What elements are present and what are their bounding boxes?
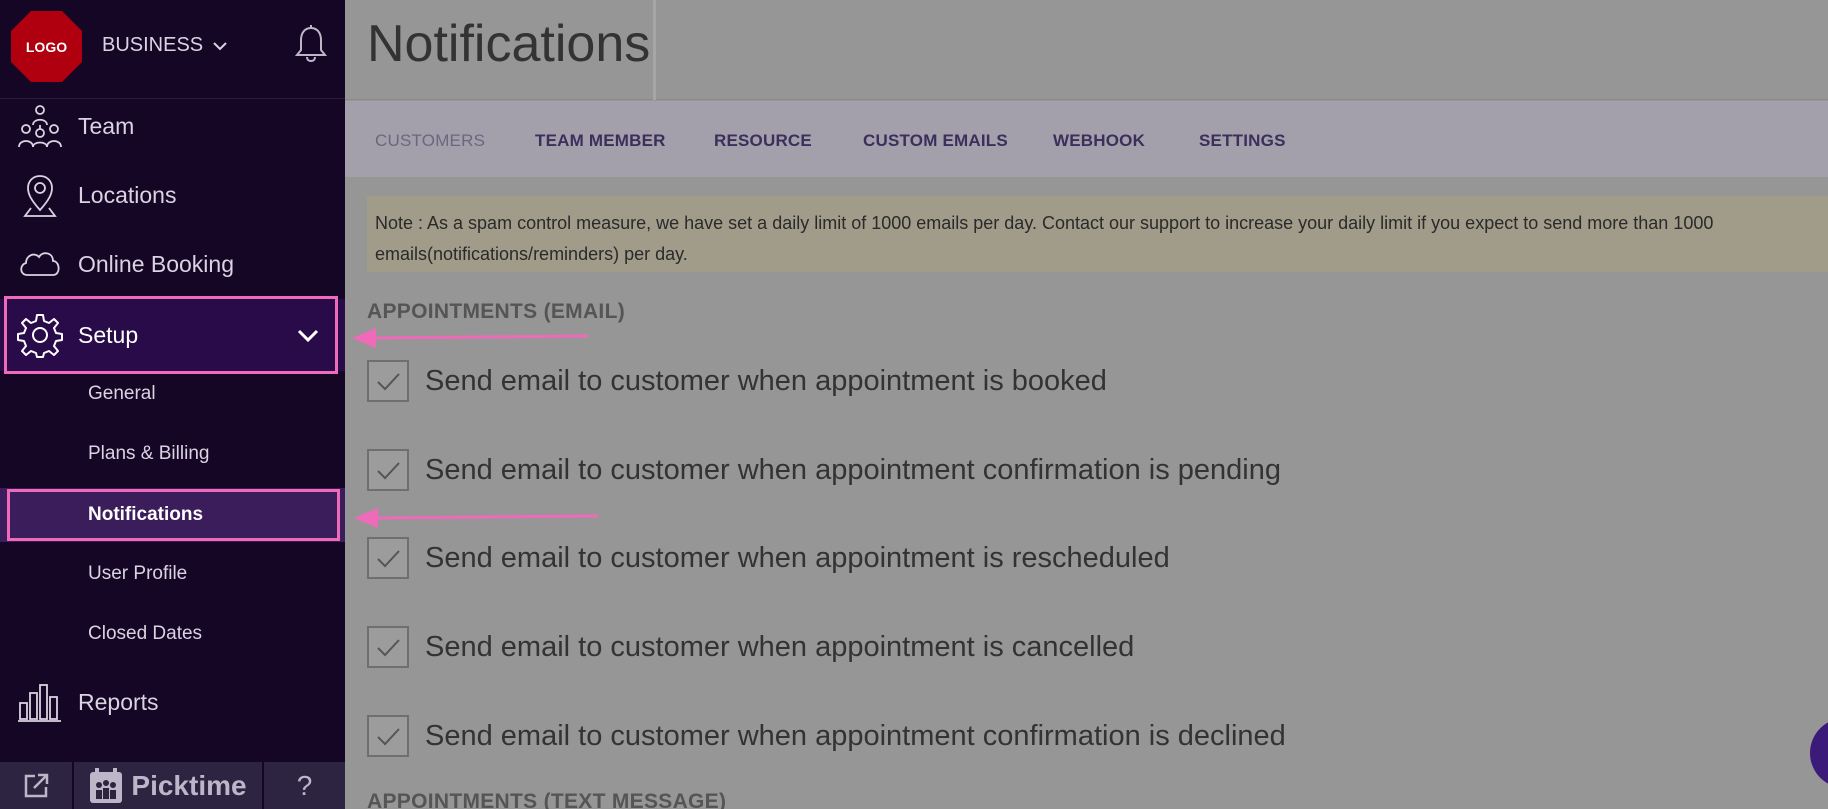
checkmark-icon bbox=[377, 728, 400, 746]
main-content: Notifications CUSTOMERS TEAM MEMBER RESO… bbox=[345, 0, 1828, 809]
annotation-arrow-notifications bbox=[354, 508, 599, 528]
sidebar-header: LOGO BUSINESS bbox=[0, 0, 345, 99]
help-icon: ? bbox=[296, 769, 313, 801]
option-booked[interactable]: Send email to customer when appointment … bbox=[367, 359, 1107, 403]
sidebar-item-label: Reports bbox=[78, 688, 159, 715]
checkbox-booked[interactable] bbox=[367, 360, 409, 402]
sidebar-subitem-label: Closed Dates bbox=[88, 623, 203, 644]
option-cancelled[interactable]: Send email to customer when appointment … bbox=[367, 625, 1134, 669]
picktime-calendar-icon bbox=[90, 767, 123, 803]
bell-icon[interactable] bbox=[294, 25, 328, 63]
tab-bar: CUSTOMERS TEAM MEMBER RESOURCE CUSTOM EM… bbox=[345, 101, 1828, 177]
option-label: Send email to customer when appointment … bbox=[425, 719, 1286, 752]
sidebar-item-label: Team bbox=[78, 112, 135, 139]
option-rescheduled[interactable]: Send email to customer when appointment … bbox=[367, 536, 1170, 580]
title-divider bbox=[653, 0, 656, 100]
help-button[interactable]: ? bbox=[264, 762, 345, 809]
tab-team-member[interactable]: TEAM MEMBER bbox=[535, 131, 666, 151]
annotation-arrow-setup bbox=[352, 328, 589, 348]
checkbox-confirmation-pending[interactable] bbox=[367, 449, 409, 491]
option-confirmation-pending[interactable]: Send email to customer when appointment … bbox=[367, 448, 1281, 492]
tab-resource[interactable]: RESOURCE bbox=[714, 131, 812, 151]
option-confirmation-declined[interactable]: Send email to customer when appointment … bbox=[367, 714, 1286, 758]
cloud-icon bbox=[16, 240, 64, 288]
logo-text: LOGO bbox=[25, 38, 68, 55]
title-bar: Notifications bbox=[345, 0, 1828, 100]
page-title: Notifications bbox=[367, 15, 651, 73]
option-label: Send email to customer when appointment … bbox=[425, 630, 1135, 663]
highlight-box-setup bbox=[4, 296, 338, 374]
sidebar-item-label: Locations bbox=[78, 181, 177, 208]
sidebar-item-online-booking[interactable]: Online Booking bbox=[0, 232, 345, 296]
tab-settings[interactable]: SETTINGS bbox=[1199, 131, 1286, 151]
sidebar-item-label: Online Booking bbox=[78, 250, 234, 277]
picktime-brand[interactable]: Picktime bbox=[74, 762, 264, 809]
picktime-brand-text: Picktime bbox=[131, 769, 247, 801]
checkmark-icon bbox=[377, 639, 400, 657]
sidebar-subitem-general[interactable]: General bbox=[0, 367, 345, 421]
external-link-button[interactable] bbox=[0, 762, 74, 809]
tab-webhook[interactable]: WEBHOOK bbox=[1053, 131, 1145, 151]
checkmark-icon bbox=[377, 550, 400, 568]
business-switcher[interactable]: BUSINESS bbox=[102, 34, 229, 57]
sidebar-subitem-plans-billing[interactable]: Plans & Billing bbox=[0, 427, 345, 481]
highlight-box-notifications bbox=[7, 489, 340, 541]
tab-customers[interactable]: CUSTOMERS bbox=[375, 131, 485, 151]
spam-limit-note: Note : As a spam control measure, we hav… bbox=[367, 196, 1828, 272]
chevron-down-icon bbox=[213, 41, 227, 50]
sidebar-item-team[interactable]: Team bbox=[0, 94, 345, 158]
sidebar-item-reports[interactable]: Reports bbox=[0, 670, 345, 734]
external-link-icon bbox=[24, 773, 49, 797]
option-label: Send email to customer when appointment … bbox=[425, 541, 1170, 574]
checkbox-rescheduled[interactable] bbox=[367, 537, 409, 579]
location-pin-icon bbox=[16, 171, 64, 219]
sidebar-subitem-closed-dates[interactable]: Closed Dates bbox=[0, 607, 345, 661]
section-title-text-message: APPOINTMENTS (TEXT MESSAGE) bbox=[367, 790, 727, 809]
checkbox-cancelled[interactable] bbox=[367, 626, 409, 668]
option-label: Send email to customer when appointment … bbox=[425, 453, 1281, 486]
option-label: Send email to customer when appointment … bbox=[425, 364, 1107, 397]
sidebar-subitem-label: Plans & Billing bbox=[88, 443, 210, 464]
sidebar-subitem-label: General bbox=[88, 383, 156, 404]
section-title-email: APPOINTMENTS (EMAIL) bbox=[367, 300, 625, 323]
sidebar-item-locations[interactable]: Locations bbox=[0, 163, 345, 227]
team-icon bbox=[16, 102, 64, 150]
bar-chart-icon bbox=[16, 678, 64, 726]
sidebar: LOGO BUSINESS Team Locations Online Book… bbox=[0, 0, 345, 809]
checkmark-icon bbox=[377, 462, 400, 480]
sidebar-footer: Picktime ? bbox=[0, 762, 345, 809]
sidebar-subitem-user-profile[interactable]: User Profile bbox=[0, 547, 345, 601]
checkmark-icon bbox=[377, 373, 400, 391]
logo[interactable]: LOGO bbox=[9, 9, 84, 84]
tab-custom-emails[interactable]: CUSTOM EMAILS bbox=[863, 131, 1008, 151]
business-label: BUSINESS bbox=[102, 34, 204, 56]
sidebar-subitem-label: User Profile bbox=[88, 563, 188, 584]
checkbox-confirmation-declined[interactable] bbox=[367, 715, 409, 757]
